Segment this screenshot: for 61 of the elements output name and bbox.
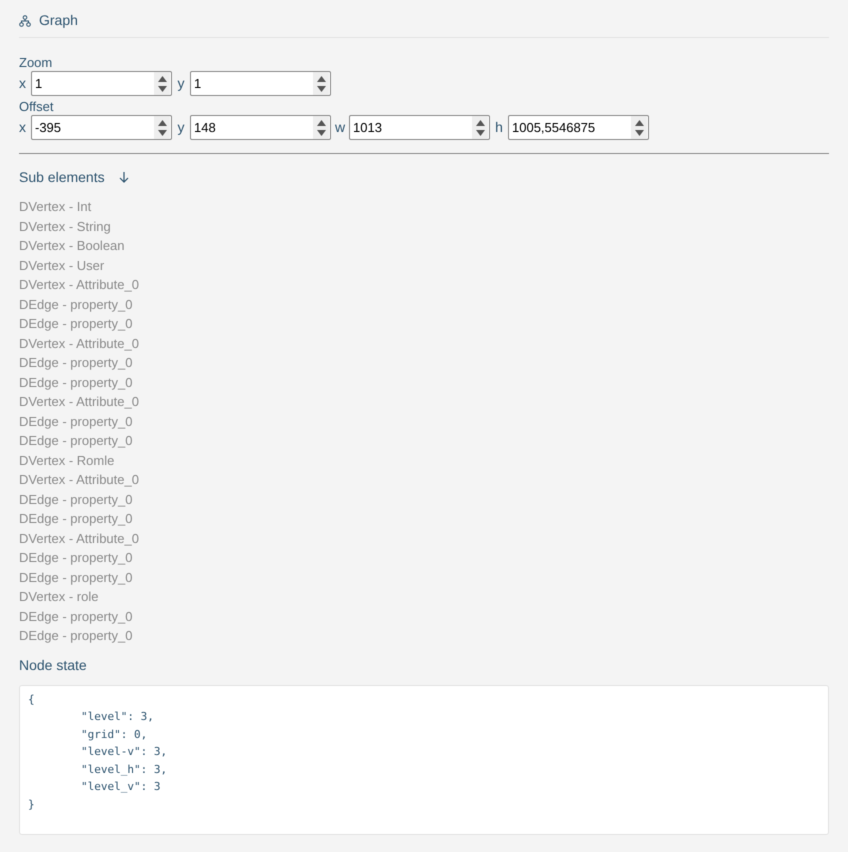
up-arrow-icon	[316, 120, 326, 126]
sub-element-item[interactable]: DVertex - role	[19, 587, 98, 606]
sub-element-item[interactable]: DEdge - property_0	[19, 626, 132, 646]
spinner-buttons[interactable]	[154, 72, 170, 95]
number-field[interactable]: 1013	[349, 115, 490, 140]
spinner-buttons[interactable]	[154, 116, 170, 139]
up-arrow-icon	[316, 76, 326, 82]
up-arrow-icon	[634, 120, 644, 126]
number-field[interactable]: 1	[31, 71, 172, 96]
number-field[interactable]: 148	[190, 115, 331, 140]
section-title: Sub elements	[19, 168, 105, 187]
spinner-buttons[interactable]	[472, 116, 488, 139]
sub-element-item[interactable]: DEdge - property_0	[19, 606, 132, 626]
sub-element-item[interactable]: DVertex - Boolean	[19, 236, 125, 256]
field-label: y	[176, 74, 186, 93]
sub-element-item[interactable]: DEdge - property_0	[19, 353, 132, 372]
field-label: h	[494, 118, 504, 137]
down-arrow-icon	[316, 86, 326, 92]
up-arrow-icon	[476, 120, 484, 126]
sub-element-item[interactable]: DEdge - property_0	[19, 314, 132, 334]
down-arrow-icon	[316, 130, 326, 136]
sub-element-item[interactable]: DVertex - Attribute_0	[19, 275, 139, 294]
section-label: Zoom	[19, 54, 54, 71]
down-arrow-icon	[476, 130, 484, 136]
up-arrow-icon	[158, 76, 166, 82]
sub-element-item[interactable]: DEdge - property_0	[19, 372, 132, 392]
spinner-buttons[interactable]	[313, 116, 329, 139]
down-arrow-icon	[158, 130, 166, 136]
sub-element-item[interactable]: DVertex - Attribute_0	[19, 470, 139, 490]
sub-element-item[interactable]: DVertex - Attribute_0	[19, 528, 139, 548]
sub-element-item[interactable]: DEdge - property_0	[19, 568, 132, 587]
sub-element-item[interactable]: DVertex - Attribute_0	[19, 392, 139, 412]
field-label: y	[176, 118, 186, 137]
sub-element-item[interactable]: DEdge - property_0	[19, 412, 132, 431]
sub-element-item[interactable]: DVertex - Attribute_0	[19, 334, 139, 353]
sub-element-item[interactable]: DVertex - String	[19, 216, 111, 236]
section-label: Offset	[19, 98, 54, 115]
code-block: { "level": 3, "grid": 0, "level-v": 3, "level_h": 3, "level_v": 3 }	[19, 684, 829, 834]
number-field[interactable]: 1	[190, 71, 331, 96]
sub-element-item[interactable]: DEdge - property_0	[19, 548, 132, 568]
spinner-buttons[interactable]	[631, 116, 647, 139]
sub-element-item[interactable]: DVertex - Int	[19, 197, 92, 216]
field-label: x	[19, 118, 27, 137]
nodes-icon	[19, 14, 31, 26]
field-label: w	[334, 118, 346, 137]
up-arrow-icon	[158, 120, 166, 126]
section-title: Node state	[19, 656, 88, 674]
number-field[interactable]: -395	[31, 115, 172, 140]
sub-element-item[interactable]: DEdge - property_0	[19, 431, 132, 450]
sub-element-item[interactable]: DEdge - property_0	[19, 490, 132, 509]
down-arrow-icon	[158, 86, 166, 92]
down-arrow-icon	[634, 130, 644, 136]
sub-element-item[interactable]: DVertex - User	[19, 256, 104, 275]
sub-element-item[interactable]: DVertex - Romle	[19, 450, 114, 470]
field-label: x	[19, 74, 27, 93]
panel-title: Graph	[39, 11, 78, 30]
sub-element-item[interactable]: DEdge - property_0	[19, 294, 132, 314]
spinner-buttons[interactable]	[313, 72, 329, 95]
down-arrow-icon[interactable]	[118, 172, 129, 183]
sub-element-item[interactable]: DEdge - property_0	[19, 509, 132, 528]
number-field[interactable]: 1005,5546875	[508, 115, 649, 140]
